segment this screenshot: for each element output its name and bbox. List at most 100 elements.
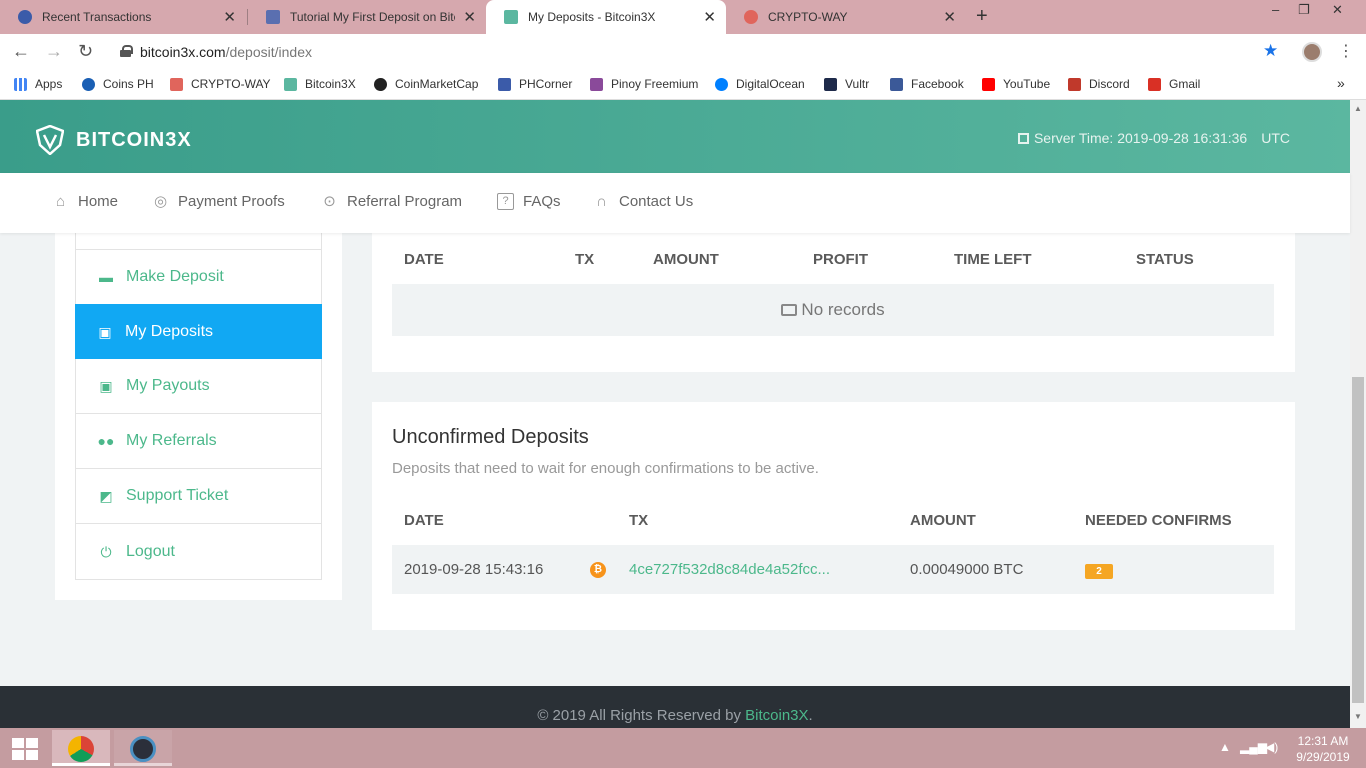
restore-button[interactable]: ❐: [1298, 2, 1310, 18]
tab-favicon-icon: [18, 10, 32, 24]
scrollbar-thumb[interactable]: [1352, 377, 1364, 703]
nav-payment-proofs[interactable]: ◎ Payment Proofs: [152, 193, 285, 210]
bookmark-label: Discord: [1089, 77, 1130, 91]
nav-label: Home: [78, 193, 119, 210]
browser-menu-icon[interactable]: ⋮: [1338, 41, 1354, 61]
site-logo[interactable]: BITCOIN3X: [36, 125, 192, 155]
bookmark-star-icon[interactable]: ★: [1263, 41, 1278, 61]
bookmark-label: CRYPTO-WAY: [191, 77, 271, 91]
bookmark-apps[interactable]: Apps: [14, 77, 62, 91]
empty-state-text: No records: [801, 300, 885, 319]
logo-text: BITCOIN3X: [76, 128, 192, 151]
taskbar-chrome[interactable]: [52, 730, 110, 766]
clock-time: 12:31 AM: [1297, 734, 1349, 748]
close-icon[interactable]: ✕: [703, 8, 716, 26]
bookmark-gmail[interactable]: Gmail: [1148, 77, 1200, 91]
tab-tutorial[interactable]: Tutorial My First Deposit on Bitcoin3X ✕: [248, 0, 486, 34]
sidebar-item-my-payouts[interactable]: ▣ My Payouts: [76, 359, 321, 414]
bookmarks-bar: Apps Coins PH CRYPTO-WAY Bitcoin3X CoinM…: [0, 70, 1366, 100]
bookmark-label: Facebook: [911, 77, 964, 91]
bookmark-facebook[interactable]: Facebook: [890, 77, 964, 91]
windows-taskbar: [0, 728, 1366, 768]
users-icon: ●●: [97, 433, 115, 449]
home-icon: ⌂: [55, 193, 66, 210]
gmail-icon: [1148, 77, 1161, 91]
sidebar-item-support-ticket[interactable]: ◩ Support Ticket: [76, 469, 321, 524]
clock-date: 9/29/2019: [1296, 750, 1350, 764]
server-icon: [1017, 132, 1029, 144]
tab-my-deposits[interactable]: My Deposits - Bitcoin3X ✕: [486, 0, 726, 34]
sidebar-item-my-deposits[interactable]: ▣ My Deposits: [75, 304, 322, 359]
footer-brand-link[interactable]: Bitcoin3X: [745, 707, 808, 724]
bookmark-youtube[interactable]: YouTube: [982, 77, 1050, 91]
needed-confirms-badge: 2: [1085, 564, 1113, 579]
empty-state: No records: [392, 284, 1274, 336]
bookmark-vultr[interactable]: Vultr: [824, 77, 869, 91]
bookmark-discord[interactable]: Discord: [1068, 77, 1130, 91]
tab-crypto-way[interactable]: CRYPTO-WAY ✕: [726, 0, 966, 34]
scroll-up-icon[interactable]: ▲: [1354, 104, 1362, 113]
column-header: DATE: [404, 251, 444, 268]
minimize-button[interactable]: –: [1272, 2, 1279, 17]
row-date: 2019-09-28 15:43:16: [404, 561, 544, 578]
coinmarketcap-icon: [374, 77, 387, 91]
nav-home[interactable]: ⌂ Home: [52, 193, 118, 210]
unconfirmed-title: Unconfirmed Deposits: [392, 426, 589, 448]
url-field[interactable]: bitcoin3x.com/deposit/index: [140, 44, 312, 60]
tab-recent-transactions[interactable]: Recent Transactions ✕: [0, 0, 246, 34]
profile-avatar[interactable]: [1302, 42, 1322, 62]
reload-icon[interactable]: ↻: [78, 41, 93, 62]
scroll-down-icon[interactable]: ▼: [1354, 712, 1362, 721]
column-header: TX: [629, 512, 649, 529]
sidebar-item-make-deposit[interactable]: ▬ Make Deposit: [76, 250, 321, 305]
forward-arrow-icon[interactable]: →: [45, 41, 63, 62]
bookmark-pinoy-freemium[interactable]: Pinoy Freemium: [590, 77, 698, 91]
bookmark-coinmarketcap[interactable]: CoinMarketCap: [374, 77, 478, 91]
volume-icon[interactable]: ◀): [1265, 740, 1278, 754]
nav-label: FAQs: [523, 193, 561, 210]
nav-label: Payment Proofs: [178, 193, 285, 210]
bookmark-bitcoin3x[interactable]: Bitcoin3X: [284, 77, 356, 91]
site-header: BITCOIN3X Server Time: 2019-09-28 16:31:…: [0, 100, 1350, 173]
back-arrow-icon[interactable]: ←: [12, 41, 30, 62]
server-timezone: UTC: [1261, 130, 1290, 146]
sidebar-item-label: My Deposits: [125, 322, 214, 340]
new-tab-button[interactable]: +: [976, 5, 988, 28]
lock-icon[interactable]: [120, 45, 133, 57]
facebook-icon: [890, 77, 903, 91]
sidebar-item-my-referrals[interactable]: ●● My Referrals: [76, 414, 321, 469]
close-window-button[interactable]: ✕: [1332, 2, 1343, 18]
taskbar-clock[interactable]: 12:31 AM 9/29/2019: [1290, 733, 1356, 765]
apps-grid-icon: [14, 77, 27, 91]
bookmarks-more-button[interactable]: »: [1337, 75, 1345, 91]
coins-ph-icon: [82, 77, 95, 91]
sidebar-item-logout[interactable]: ⏻ Logout: [76, 524, 321, 579]
tab-favicon-icon: [266, 10, 280, 24]
nav-contact-us[interactable]: ∩ Contact Us: [593, 193, 693, 210]
taskbar-app[interactable]: [114, 730, 172, 766]
main-navigation: ⌂ Home ◎ Payment Proofs ⊙ Referral Program …: [0, 173, 1350, 233]
nav-faqs[interactable]: ? FAQs: [497, 193, 561, 210]
app-icon: [130, 736, 156, 762]
close-icon[interactable]: ✕: [463, 8, 476, 26]
url-host: bitcoin3x.com: [140, 44, 226, 60]
question-icon: ?: [497, 193, 514, 210]
close-icon[interactable]: ✕: [223, 8, 236, 26]
row-amount: 0.00049000 BTC: [910, 561, 1024, 578]
windows-start-icon[interactable]: [12, 738, 38, 760]
nav-referral-program[interactable]: ⊙ Referral Program: [321, 193, 462, 210]
show-hidden-icons-icon[interactable]: ▲: [1219, 740, 1231, 754]
page-scrollbar[interactable]: ▲ ▼: [1350, 100, 1366, 728]
network-icon[interactable]: ▂▄▆: [1240, 740, 1267, 754]
server-time-value: Server Time: 2019-09-28 16:31:36: [1033, 130, 1248, 146]
bookmark-label: Vultr: [845, 77, 870, 91]
bookmark-digitalocean[interactable]: DigitalOcean: [715, 77, 805, 91]
bookmark-coins-ph[interactable]: Coins PH: [82, 77, 154, 91]
tx-hash-link[interactable]: 4ce727f532d8c84de4a52fcc...: [629, 561, 830, 578]
close-icon[interactable]: ✕: [943, 8, 956, 26]
bookmark-phcorner[interactable]: PHCorner: [498, 77, 572, 91]
bookmark-crypto-way[interactable]: CRYPTO-WAY: [170, 77, 271, 91]
chrome-icon: [68, 736, 94, 762]
discord-icon: [1068, 77, 1081, 91]
bookmark-label: Apps: [35, 77, 63, 91]
